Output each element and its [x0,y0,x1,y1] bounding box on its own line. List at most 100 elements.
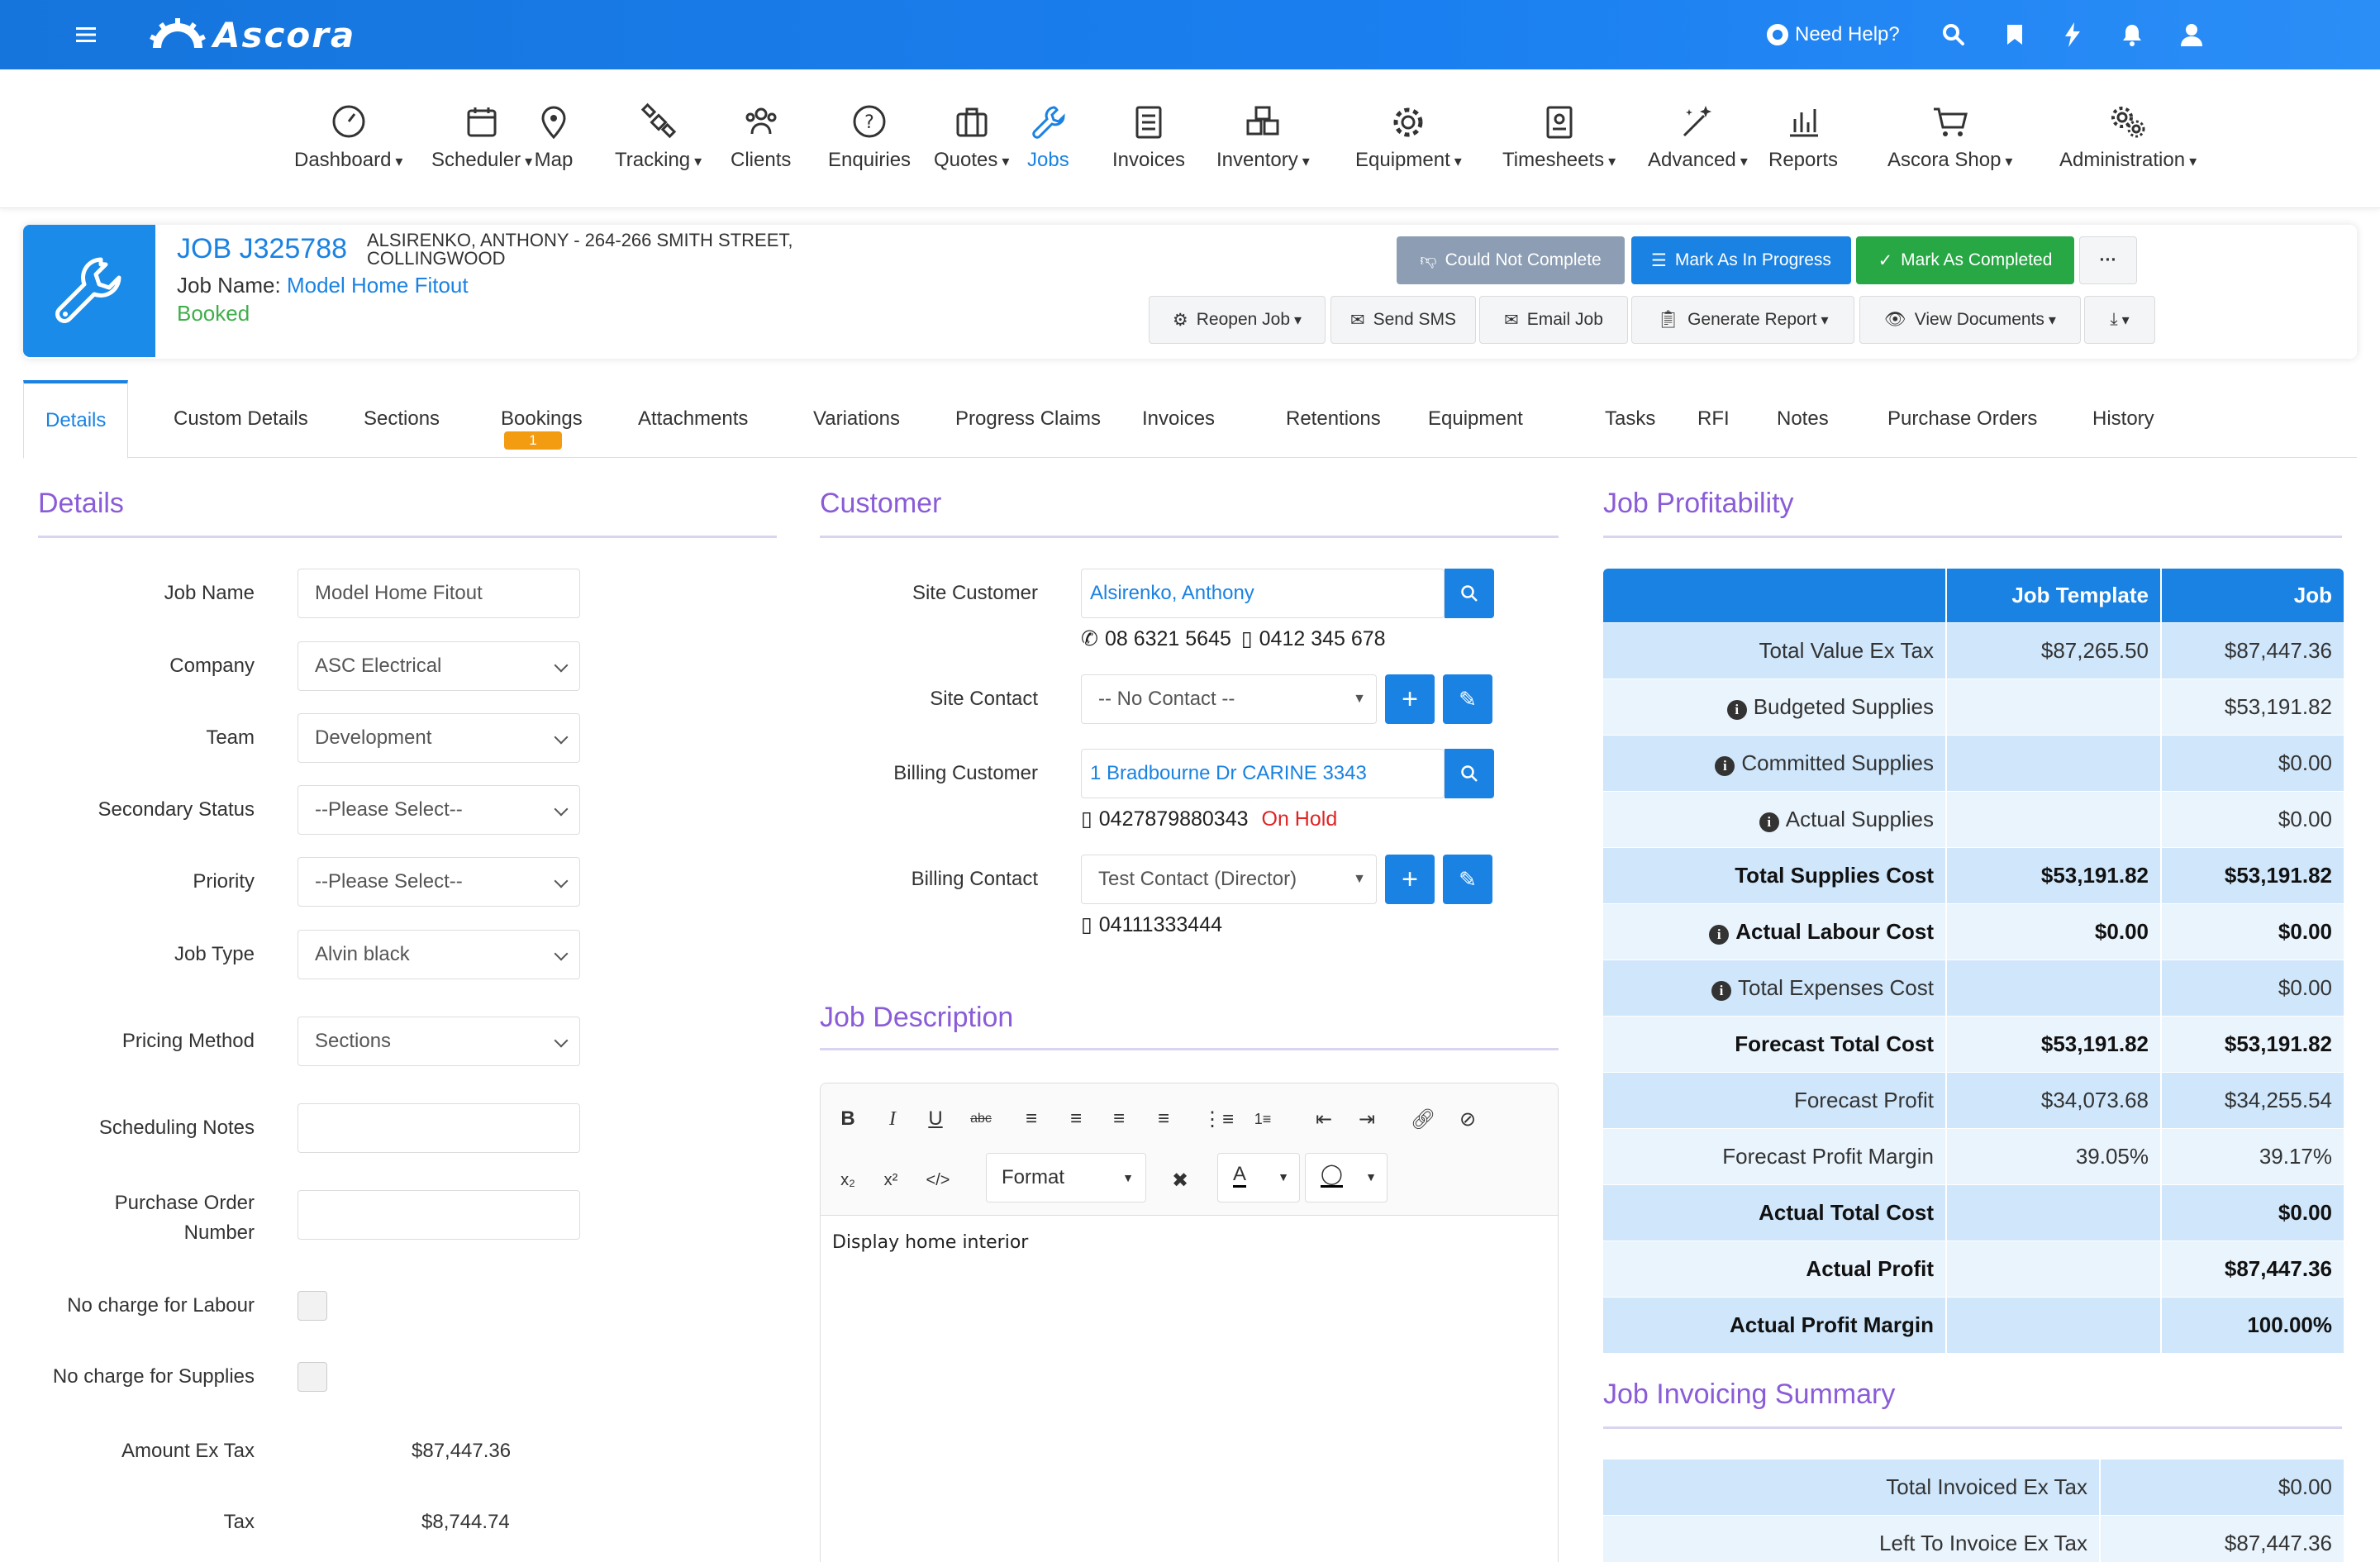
search-icon[interactable] [1937,18,1970,51]
job-name-link[interactable]: Model Home Fitout [287,273,469,298]
text-color-picker[interactable]: A ▼ [1217,1153,1300,1202]
info-icon[interactable]: i [1759,812,1779,832]
link-icon[interactable]: 🔗︎ [1409,1105,1437,1133]
format-select[interactable]: Format ▼ [986,1153,1146,1202]
bold-icon[interactable]: B [834,1105,862,1133]
align-right-icon[interactable]: ≡ [1105,1105,1133,1133]
info-icon[interactable]: i [1711,981,1731,1001]
align-left-icon[interactable]: ≡ [1017,1105,1045,1133]
menu-item-tracking[interactable]: Tracking [615,102,702,172]
company-select[interactable]: ASC Electrical [298,641,580,691]
menu-item-map[interactable]: Map [534,102,574,172]
info-icon[interactable]: i [1715,756,1735,776]
menu-item-invoices[interactable]: Invoices [1112,102,1185,172]
site-customer-input[interactable]: Alsirenko, Anthony [1081,569,1445,618]
tab-retentions[interactable]: Retentions [1274,380,1392,458]
need-help-link[interactable]: Need Help? [1767,18,1900,51]
site-phone-2[interactable]: 0412 345 678 [1259,627,1386,651]
billing-customer-input[interactable]: 1 Bradbourne Dr CARINE 3343 [1081,749,1445,798]
menu-item-ascora-shop[interactable]: Ascora Shop [1887,102,2012,172]
code-icon[interactable]: </> [921,1166,954,1194]
could-not-complete-button[interactable]: 👎︎ Could Not Complete [1397,236,1625,284]
user-icon[interactable] [2175,18,2208,51]
more-actions-button[interactable]: ··· [2079,236,2137,284]
menu-item-dashboard[interactable]: Dashboard [294,102,402,172]
subscript-icon[interactable]: x₂ [834,1166,862,1194]
view-documents-button[interactable]: 👁︎ View Documents [1859,296,2081,344]
brand-logo[interactable]: Ascora [149,12,355,58]
tab-attachments[interactable]: Attachments [626,380,759,458]
info-icon[interactable]: i [1709,925,1730,945]
add-site-contact-button[interactable]: + [1385,674,1435,724]
menu-item-quotes[interactable]: Quotes [934,102,1009,172]
menu-item-administration[interactable]: Administration [2059,102,2197,172]
purchase-order-number-input[interactable] [298,1190,580,1240]
scheduling-notes-input[interactable] [298,1103,580,1153]
menu-item-scheduler[interactable]: Scheduler [431,102,532,172]
mark-completed-button[interactable]: ✓ Mark As Completed [1856,236,2074,284]
menu-item-jobs[interactable]: Jobs [1027,102,1069,172]
billing-phone[interactable]: 0427879880343 [1099,807,1249,831]
menu-item-advanced[interactable]: Advanced [1648,102,1748,172]
menu-item-reports[interactable]: Reports [1768,102,1838,172]
download-button[interactable]: ⤓ [2084,296,2155,344]
bolt-icon[interactable] [2056,18,2089,51]
edit-billing-contact-button[interactable]: ✎ [1443,855,1492,904]
menu-item-enquiries[interactable]: ? Enquiries [828,102,911,172]
billing-contact-phone[interactable]: 04111333444 [1099,913,1222,937]
align-justify-icon[interactable]: ≡ [1150,1105,1178,1133]
tab-custom-details[interactable]: Custom Details [162,380,320,458]
menu-item-clients[interactable]: Clients [731,102,791,172]
secondary-status-select[interactable]: --Please Select-- [298,785,580,835]
tab-sections[interactable]: Sections [352,380,451,458]
tab-equipment[interactable]: Equipment [1416,380,1535,458]
indent-icon[interactable]: ⇥ [1353,1105,1381,1133]
tab-history[interactable]: History [2081,380,2166,458]
italic-icon[interactable]: I [878,1105,907,1133]
site-phone-1[interactable]: 08 6321 5645 [1105,627,1231,651]
tab-rfi[interactable]: RFI [1686,380,1741,458]
underline-icon[interactable]: U [921,1105,950,1133]
unlink-icon[interactable]: ⊘ [1454,1105,1482,1133]
bell-icon[interactable] [2116,18,2149,51]
bookmark-icon[interactable] [1998,18,2031,51]
team-select[interactable]: Development [298,713,580,763]
info-icon[interactable]: i [1726,700,1747,720]
priority-select[interactable]: --Please Select-- [298,857,580,907]
tab-progress-claims[interactable]: Progress Claims [944,380,1112,458]
strikethrough-icon[interactable]: abc [964,1105,997,1133]
pricing-method-select[interactable]: Sections [298,1017,580,1066]
menu-item-inventory[interactable]: Inventory [1216,102,1310,172]
tab-notes[interactable]: Notes [1765,380,1840,458]
tab-purchase-orders[interactable]: Purchase Orders [1876,380,2049,458]
email-job-button[interactable]: ✉ Email Job [1479,296,1628,344]
tab-variations[interactable]: Variations [802,380,912,458]
hamburger-icon[interactable] [69,18,102,51]
numbered-list-icon[interactable]: 1≡ [1249,1105,1277,1133]
job-type-select[interactable]: Alvin black [298,930,580,979]
menu-item-equipment[interactable]: Equipment [1355,102,1462,172]
background-color-picker[interactable]: ◯ ▼ [1305,1153,1388,1202]
superscript-icon[interactable]: x² [877,1166,905,1194]
add-billing-contact-button[interactable]: + [1385,855,1435,904]
menu-item-timesheets[interactable]: Timesheets [1502,102,1616,172]
send-sms-button[interactable]: ✉ Send SMS [1330,296,1476,344]
tab-details[interactable]: Details [23,380,129,459]
site-customer-search-button[interactable] [1445,569,1494,618]
no-charge-labour-checkbox[interactable] [298,1291,327,1321]
edit-site-contact-button[interactable]: ✎ [1443,674,1492,724]
reopen-job-button[interactable]: ⚙ Reopen Job [1149,296,1326,344]
generate-report-button[interactable]: 📋︎ Generate Report [1631,296,1854,344]
no-charge-supplies-checkbox[interactable] [298,1362,327,1392]
billing-customer-search-button[interactable] [1445,749,1494,798]
job-description-content[interactable]: Display home interior [832,1232,1028,1253]
tab-tasks[interactable]: Tasks [1593,380,1667,458]
mark-in-progress-button[interactable]: ☰ Mark As In Progress [1631,236,1851,284]
site-contact-select[interactable]: -- No Contact -- ▼ [1081,674,1377,724]
align-center-icon[interactable]: ≡ [1062,1105,1090,1133]
outdent-icon[interactable]: ⇤ [1310,1105,1338,1133]
billing-contact-select[interactable]: Test Contact (Director) ▼ [1081,855,1377,904]
job-name-input[interactable]: Model Home Fitout [298,569,580,618]
tab-invoices[interactable]: Invoices [1130,380,1226,458]
bullet-list-icon[interactable]: ⋮≡ [1202,1105,1234,1133]
